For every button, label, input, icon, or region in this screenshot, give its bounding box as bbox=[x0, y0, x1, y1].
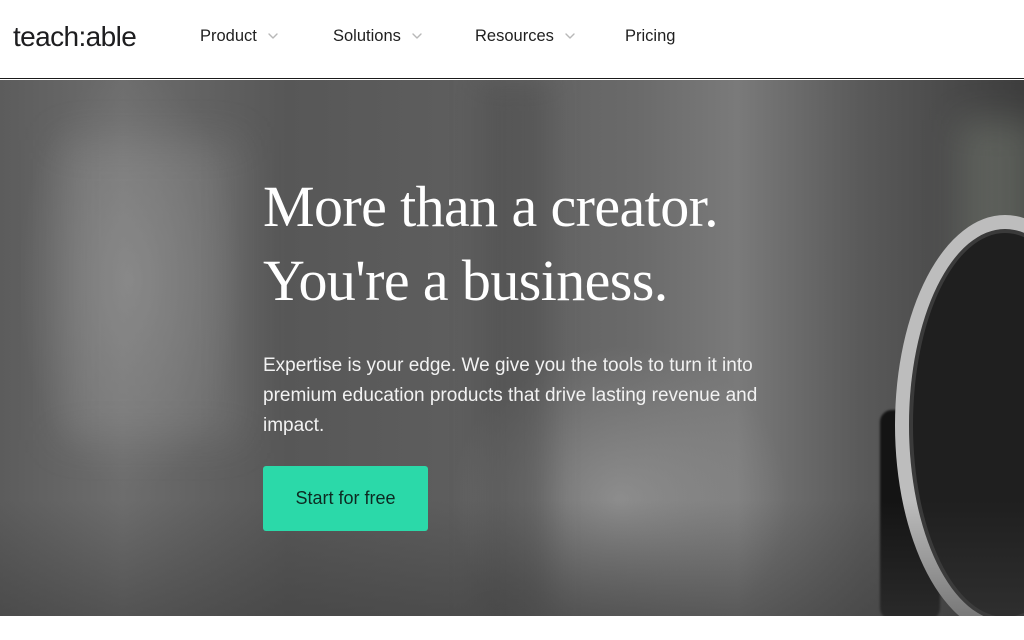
nav-item-label: Product bbox=[200, 26, 257, 45]
hero-subtext: Expertise is your edge. We give you the … bbox=[263, 355, 758, 436]
nav-item-label: Resources bbox=[475, 26, 554, 45]
nav-item-resources[interactable]: Resources bbox=[475, 27, 625, 46]
nav-item-product[interactable]: Product bbox=[200, 27, 333, 46]
hero-section: More than a creator. You're a business. … bbox=[0, 80, 1024, 616]
nav-item-pricing[interactable]: Pricing bbox=[625, 27, 675, 46]
hero-background-blur bbox=[60, 140, 240, 440]
teachable-logo[interactable]: teach:able bbox=[13, 19, 137, 55]
start-for-free-button[interactable]: Start for free bbox=[263, 466, 428, 531]
hero-headline: More than a creator. You're a business. bbox=[263, 170, 823, 318]
nav-item-label: Solutions bbox=[333, 26, 401, 45]
chevron-down-icon bbox=[565, 33, 575, 39]
hero-background-shade bbox=[0, 500, 1024, 616]
chevron-down-icon bbox=[268, 33, 278, 39]
nav-item-solutions[interactable]: Solutions bbox=[333, 27, 475, 46]
hero-headline-line-2: You're a business. bbox=[263, 248, 668, 313]
site-header: teach:able Product Solutions Resources P… bbox=[0, 0, 1024, 79]
main-nav: Product Solutions Resources Pricing bbox=[200, 24, 675, 48]
hero-headline-line-1: More than a creator. bbox=[263, 174, 719, 239]
hero-content: More than a creator. You're a business. … bbox=[263, 170, 823, 531]
chevron-down-icon bbox=[412, 33, 422, 39]
page-below-hero bbox=[0, 616, 1024, 640]
nav-item-label: Pricing bbox=[625, 26, 676, 45]
